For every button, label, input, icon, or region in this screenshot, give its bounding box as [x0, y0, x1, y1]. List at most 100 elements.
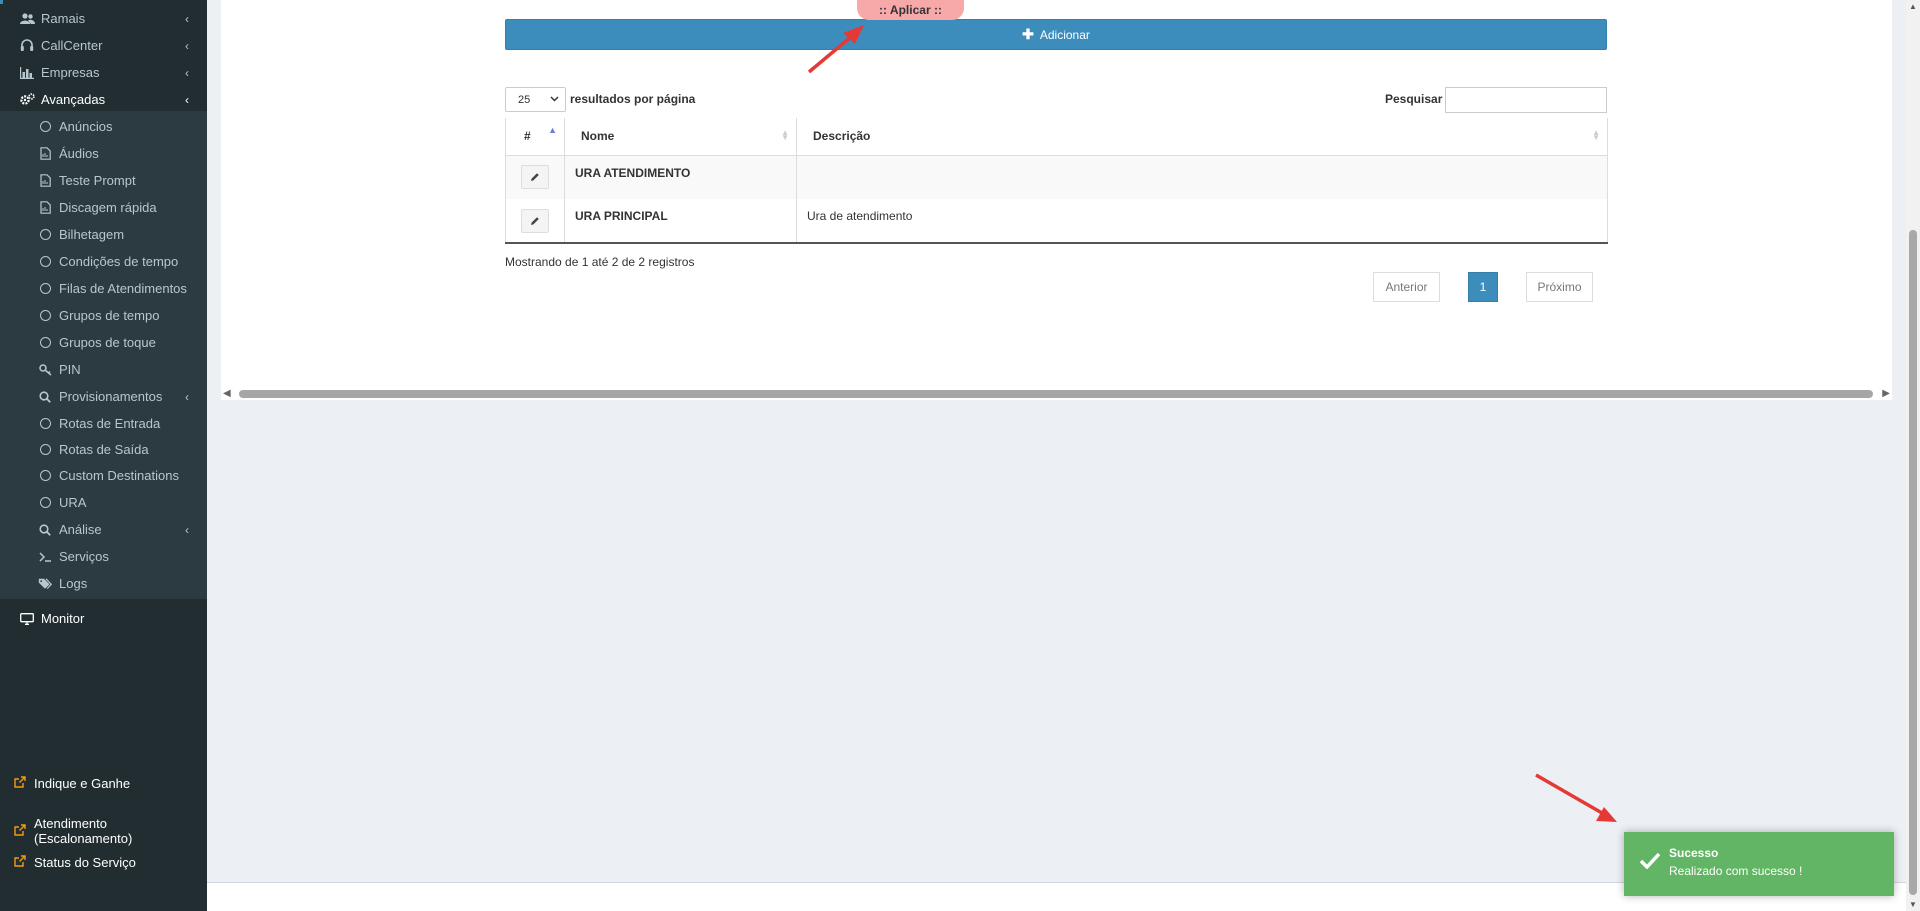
- page-length-select[interactable]: 25: [505, 87, 566, 112]
- sidebar-subitem-analise[interactable]: Análise ‹: [0, 516, 207, 543]
- circle-icon: [36, 444, 54, 455]
- bar-chart-icon: [18, 66, 36, 79]
- toast-message: Realizado com sucesso !: [1669, 864, 1803, 878]
- chevron-down-icon: [550, 93, 559, 105]
- sidebar-subitem-condicoes-de-tempo[interactable]: Condições de tempo: [0, 248, 207, 275]
- circle-icon: [36, 337, 54, 348]
- chevron-left-icon: ‹: [185, 523, 189, 537]
- sidebar-subitem-filas[interactable]: Filas de Atendimentos: [0, 275, 207, 302]
- circle-icon: [36, 470, 54, 481]
- column-header-descricao[interactable]: Descrição ▲ ▼: [796, 118, 1608, 156]
- file-audio-icon: [36, 174, 54, 187]
- sidebar-subitem-rotas-de-entrada[interactable]: Rotas de Entrada: [0, 410, 207, 437]
- sidebar-subitem-ura[interactable]: URA: [0, 489, 207, 516]
- sidebar-subitem-rotas-de-saida[interactable]: Rotas de Saída: [0, 436, 207, 463]
- sidebar-item-label: Grupos de toque: [59, 335, 156, 350]
- sidebar-item-label: Condições de tempo: [59, 254, 179, 269]
- cogs-icon: [18, 93, 36, 106]
- sidebar-item-label: CallCenter: [41, 38, 103, 53]
- external-link-icon: [14, 776, 26, 791]
- sidebar-item-label: Ramais: [41, 11, 86, 26]
- sidebar-item-callcenter[interactable]: CallCenter ‹: [0, 32, 207, 59]
- table-row: URA ATENDIMENTO: [505, 155, 1608, 199]
- edit-button[interactable]: [521, 165, 549, 190]
- circle-icon: [36, 497, 54, 508]
- sidebar-subitem-provisionamentos[interactable]: Provisionamentos ‹: [0, 383, 207, 410]
- sidebar-subitem-grupos-de-tempo[interactable]: Grupos de tempo: [0, 302, 207, 329]
- table-header-row: # ▲ Nome ▲ ▼ Descrição ▲ ▼: [505, 118, 1608, 156]
- sidebar-subitem-anuncios[interactable]: Anúncios: [0, 113, 207, 140]
- row-actions: [505, 155, 565, 199]
- sort-icon: ▲ ▼: [1592, 128, 1600, 142]
- sidebar-item-label: Grupos de tempo: [59, 308, 160, 323]
- sidebar-subitem-teste-prompt[interactable]: Teste Prompt: [0, 167, 207, 194]
- sidebar-item-label: Custom Destinations: [59, 468, 179, 483]
- scroll-right-icon[interactable]: ▶: [1882, 388, 1890, 399]
- sidebar-item-label: Análise: [59, 522, 102, 537]
- vertical-scrollbar[interactable]: ▲ ▼: [1906, 0, 1920, 911]
- scroll-down-icon[interactable]: ▼: [1909, 900, 1917, 909]
- sort-icon: ▲ ▼: [781, 128, 789, 142]
- page-length-value: 25: [518, 93, 531, 106]
- apply-button[interactable]: :: Aplicar ::: [857, 0, 964, 20]
- sidebar-link-indique-e-ganhe[interactable]: Indique e Ganhe: [14, 776, 130, 791]
- sidebar-item-label: Logs: [59, 576, 88, 591]
- sidebar-link-atendimento[interactable]: Atendimento (Escalonamento): [14, 816, 207, 846]
- data-table: # ▲ Nome ▲ ▼ Descrição ▲ ▼ URA ATENDIMENTO: [505, 118, 1608, 244]
- sidebar-item-empresas[interactable]: Empresas ‹: [0, 59, 207, 86]
- users-icon: [18, 12, 36, 25]
- page-length-label: resultados por página: [570, 92, 696, 106]
- external-link-icon: [14, 823, 26, 839]
- row-name: URA PRINCIPAL: [564, 199, 797, 244]
- success-toast[interactable]: Sucesso Realizado com sucesso !: [1624, 832, 1894, 896]
- scroll-left-icon[interactable]: ◀: [223, 388, 231, 399]
- sidebar-link-label: Status do Serviço: [34, 855, 136, 870]
- pagination-prev-button[interactable]: Anterior: [1373, 272, 1440, 302]
- sidebar: Ramais ‹ CallCenter ‹ Empresas ‹ Avançad…: [0, 0, 207, 911]
- sidebar-subitem-audios[interactable]: Áudios: [0, 140, 207, 167]
- plus-icon: ✚: [1022, 26, 1034, 42]
- sidebar-item-label: Discagem rápida: [59, 200, 157, 215]
- pagination-page-button[interactable]: 1: [1468, 272, 1498, 302]
- row-actions: [505, 199, 565, 244]
- headset-icon: [18, 39, 36, 52]
- sidebar-subitem-bilhetagem[interactable]: Bilhetagem: [0, 221, 207, 248]
- row-name: URA ATENDIMENTO: [564, 155, 797, 199]
- file-audio-icon: [36, 147, 54, 160]
- sidebar-subitem-pin[interactable]: PIN: [0, 356, 207, 383]
- sidebar-item-label: Avançadas: [41, 92, 106, 107]
- sidebar-subitem-logs[interactable]: Logs: [0, 570, 207, 597]
- vertical-scroll-thumb[interactable]: [1909, 230, 1917, 895]
- table-row: URA PRINCIPAL Ura de atendimento: [505, 199, 1608, 244]
- scroll-up-icon[interactable]: ▲: [1909, 2, 1917, 11]
- chevron-left-icon: ‹: [185, 39, 189, 53]
- terminal-icon: [36, 551, 54, 562]
- sidebar-item-monitor[interactable]: Monitor: [0, 605, 207, 632]
- column-header-nome[interactable]: Nome ▲ ▼: [564, 118, 797, 156]
- sidebar-link-label: Indique e Ganhe: [34, 776, 131, 791]
- sidebar-item-label: Rotas de Entrada: [59, 416, 161, 431]
- sidebar-subitem-discagem-rapida[interactable]: Discagem rápida: [0, 194, 207, 221]
- horizontal-scrollbar[interactable]: ◀ ▶: [221, 388, 1892, 400]
- edit-button[interactable]: [521, 208, 549, 233]
- sidebar-item-avancadas[interactable]: Avançadas ‹: [0, 86, 207, 113]
- search-label: Pesquisar: [1385, 92, 1443, 106]
- pencil-icon: [531, 173, 539, 182]
- horizontal-scroll-thumb[interactable]: [239, 390, 1873, 398]
- pagination-next-button[interactable]: Próximo: [1526, 272, 1593, 302]
- sidebar-link-status-do-servico[interactable]: Status do Serviço: [14, 855, 136, 870]
- chevron-left-icon: ‹: [185, 93, 189, 107]
- sidebar-item-label: URA: [59, 495, 87, 510]
- circle-icon: [36, 256, 54, 267]
- sidebar-item-ramais[interactable]: Ramais ‹: [0, 5, 207, 32]
- chevron-left-icon: ‹: [185, 12, 189, 26]
- sidebar-subitem-servicos[interactable]: Serviços: [0, 543, 207, 570]
- add-button[interactable]: ✚ Adicionar: [505, 19, 1607, 50]
- desktop-icon: [18, 612, 36, 625]
- circle-icon: [36, 229, 54, 240]
- search-input[interactable]: [1445, 87, 1607, 113]
- column-header-index[interactable]: # ▲: [505, 118, 565, 156]
- sidebar-subitem-custom-destinations[interactable]: Custom Destinations: [0, 462, 207, 489]
- sidebar-item-label: Anúncios: [59, 119, 113, 134]
- sidebar-subitem-grupos-de-toque[interactable]: Grupos de toque: [0, 329, 207, 356]
